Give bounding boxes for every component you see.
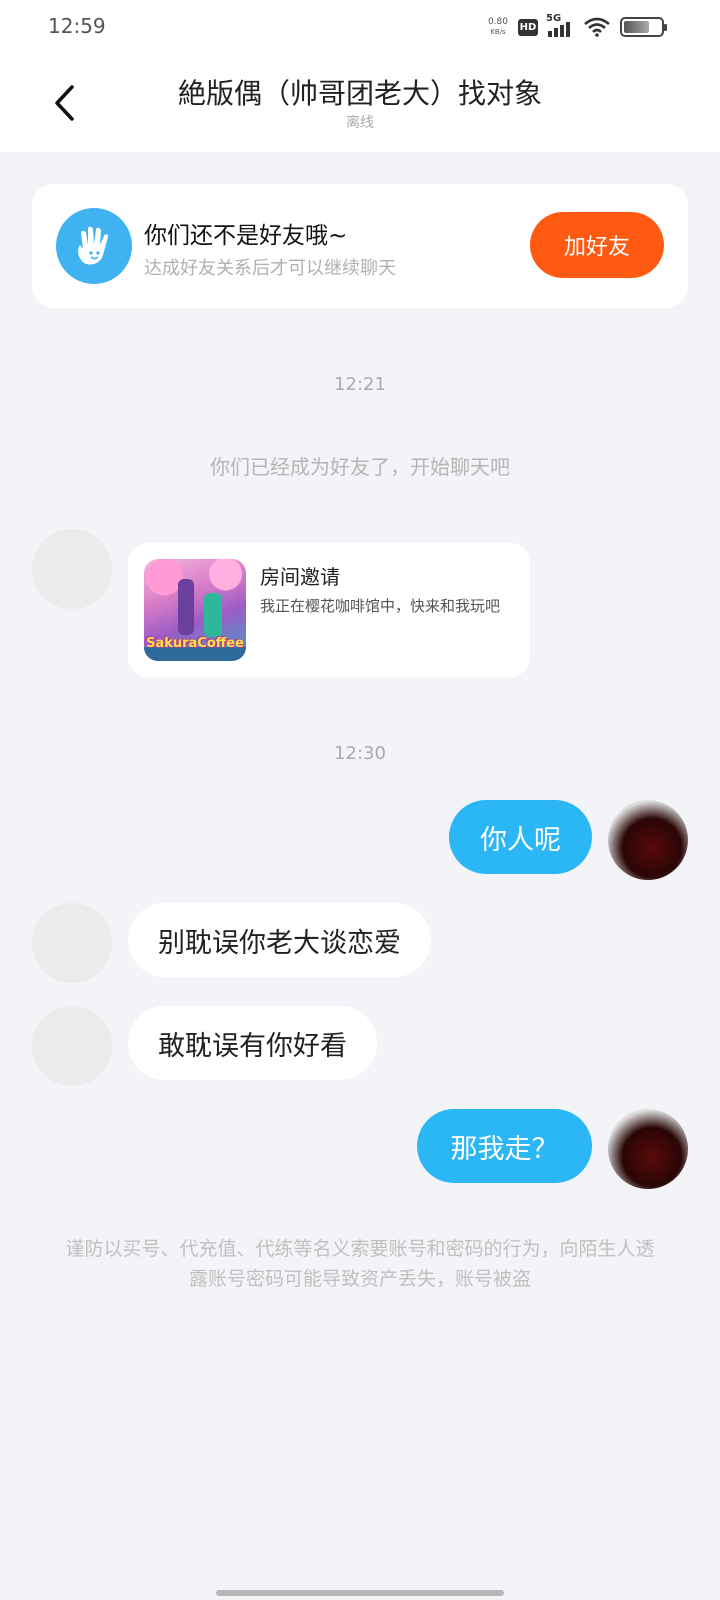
avatar[interactable] (32, 903, 112, 983)
game-logo: SakuraCoffee (146, 636, 244, 651)
hd-badge: HD (518, 18, 538, 36)
avatar-self[interactable] (608, 800, 688, 880)
message-bubble-self[interactable]: 你人呢 (449, 800, 592, 874)
game-thumbnail: SakuraCoffee (144, 559, 246, 661)
top-bar: 12:59 0.80 KB/s HD 5G 絶版偶（帅哥团老大）找对象 离线 (0, 0, 720, 152)
avatar[interactable] (32, 1006, 112, 1086)
signal-icon: 5G (546, 13, 574, 37)
wifi-icon (584, 17, 610, 37)
message-bubble[interactable]: 别耽误你老大谈恋爱 (128, 903, 431, 977)
waving-hand-icon (56, 208, 132, 284)
network-speed-value: 0.80 (487, 17, 508, 27)
avatar[interactable] (32, 529, 112, 609)
not-friends-title: 你们还不是好友哦~ (144, 223, 348, 249)
home-indicator[interactable] (216, 1590, 504, 1596)
add-friend-button[interactable]: 加好友 (530, 212, 664, 278)
timestamp: 12:30 (334, 743, 386, 764)
battery-icon (620, 17, 667, 37)
not-friends-subtitle: 达成好友关系后才可以继续聊天 (144, 258, 396, 279)
status-time: 12:59 (48, 14, 106, 38)
network-type: 5G (546, 13, 562, 24)
message-bubble-self[interactable]: 那我走？ (417, 1109, 592, 1183)
timestamp: 12:21 (334, 374, 386, 395)
chevron-left-icon (55, 85, 74, 121)
network-speed: 0.80 KB/s (488, 17, 508, 37)
system-message: 你们已经成为好友了，开始聊天吧 (210, 455, 510, 479)
room-invite-card[interactable]: SakuraCoffee 房间邀请 我正在樱花咖啡馆中，快来和我玩吧 (128, 543, 530, 677)
invite-description: 我正在樱花咖啡馆中，快来和我玩吧 (260, 597, 501, 615)
message-bubble[interactable]: 敢耽误有你好看 (128, 1006, 377, 1080)
online-status: 离线 (346, 115, 374, 131)
safety-notice: 谨防以买号、代充值、代练等名义索要账号和密码的行为，向陌生人透露账号密码可能导致… (65, 1238, 655, 1290)
avatar-self[interactable] (608, 1109, 688, 1189)
network-speed-unit: KB/s (490, 28, 506, 36)
back-button[interactable] (44, 78, 84, 128)
chat-title: 絶版偶（帅哥团老大）找对象 (177, 77, 542, 110)
status-icons: 0.80 KB/s HD 5G (488, 12, 667, 42)
invite-title: 房间邀请 (260, 565, 340, 589)
friend-request-card: 你们还不是好友哦~ 达成好友关系后才可以继续聊天 加好友 (32, 184, 688, 308)
